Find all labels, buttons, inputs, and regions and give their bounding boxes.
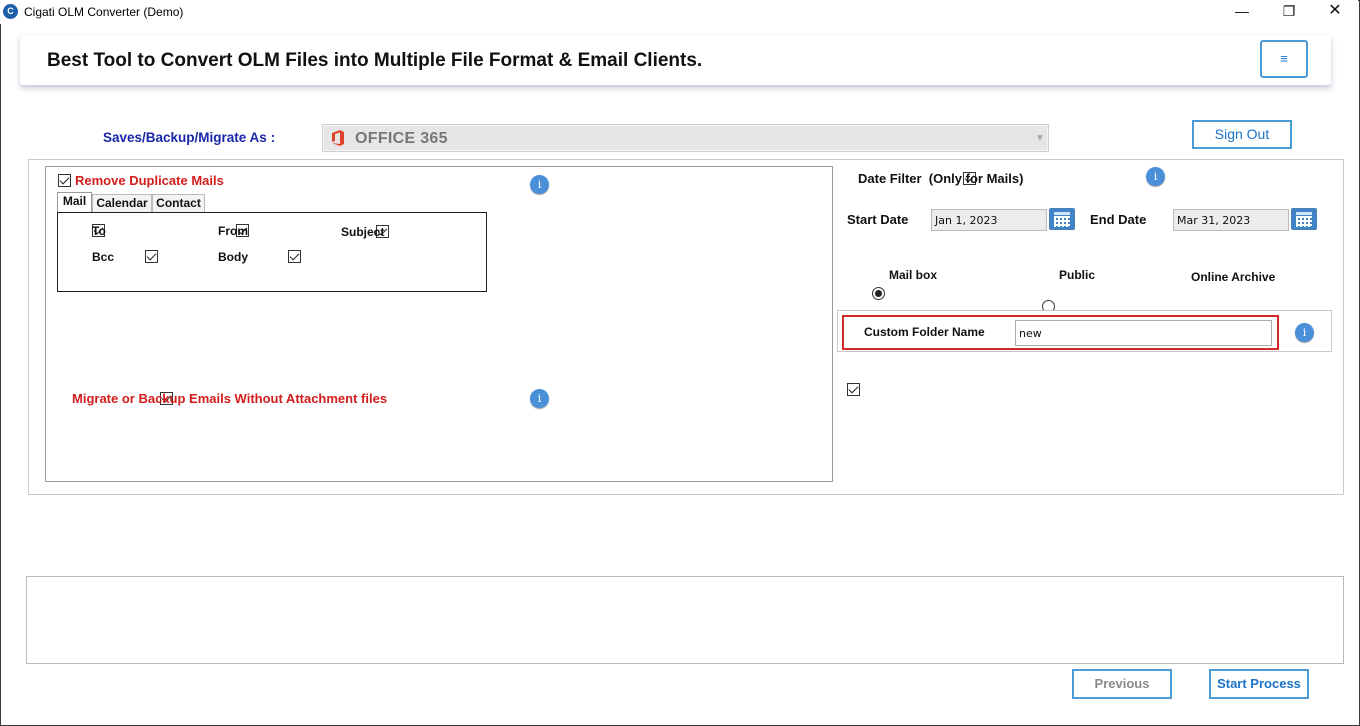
field-bcc-label: Bcc (92, 250, 115, 264)
info-icon[interactable]: i (1295, 323, 1314, 342)
header-banner: Best Tool to Convert OLM Files into Mult… (20, 35, 1331, 85)
log-panel (26, 576, 1344, 664)
field-subject-label: Subject (341, 225, 385, 239)
info-icon[interactable]: i (1146, 167, 1165, 186)
custom-folder-input[interactable]: new (1015, 320, 1272, 346)
start-date-label: Start Date (847, 212, 909, 227)
remove-duplicates-checkbox[interactable] (58, 174, 71, 187)
window-title: Cigati OLM Converter (Demo) (24, 5, 184, 19)
sign-out-button[interactable]: Sign Out (1192, 120, 1292, 149)
without-attachment-label: Migrate or Backup Emails Without Attachm… (72, 391, 388, 406)
field-from-label: From (218, 224, 248, 238)
chevron-down-icon[interactable]: ▼ (1031, 125, 1049, 151)
radio-mailbox[interactable] (872, 287, 885, 300)
radio-online-archive-label: Online Archive (1191, 270, 1276, 284)
restore-icon[interactable]: ❐ (1266, 0, 1312, 24)
save-as-selected-value: OFFICE 365 (355, 130, 448, 147)
field-to-label: To (92, 224, 106, 238)
banner-title: Best Tool to Convert OLM Files into Mult… (47, 50, 703, 71)
radio-public-label: Public (1059, 268, 1096, 282)
minimize-icon[interactable]: — (1219, 0, 1265, 24)
app-logo-icon: C (3, 4, 18, 19)
calendar-icon[interactable] (1049, 208, 1075, 230)
tab-mail[interactable]: Mail (57, 192, 92, 212)
end-date-label: End Date (1090, 212, 1147, 227)
field-bcc-checkbox[interactable] (144, 250, 158, 263)
office-365-icon (332, 130, 344, 146)
date-filter-label: Date Filter (Only for Mails) (858, 171, 1024, 186)
tab-contact[interactable]: Contact (152, 194, 205, 212)
previous-button[interactable]: Previous (1072, 669, 1172, 699)
start-process-button[interactable]: Start Process (1209, 669, 1309, 699)
close-icon[interactable]: ✕ (1312, 0, 1358, 24)
title-bar: C Cigati OLM Converter (Demo) — ❐ ✕ (0, 0, 1358, 24)
save-as-label: Saves/Backup/Migrate As : (103, 130, 276, 145)
info-icon[interactable]: i (530, 175, 549, 194)
radio-mailbox-label: Mail box (889, 268, 938, 282)
start-date-input[interactable]: Jan 1, 2023 (931, 209, 1047, 231)
field-body-label: Body (218, 250, 248, 264)
menu-button[interactable]: ≡ (1260, 40, 1308, 78)
field-body-checkbox[interactable] (288, 250, 302, 263)
mail-duplicate-fields (57, 212, 487, 292)
save-as-select[interactable]: OFFICE 365 ▼ (322, 124, 1049, 152)
remove-duplicates-label: Remove Duplicate Mails (75, 173, 224, 188)
calendar-icon[interactable] (1291, 208, 1317, 230)
info-icon[interactable]: i (530, 389, 549, 408)
hamburger-icon: ≡ (1280, 51, 1288, 66)
end-date-input[interactable]: Mar 31, 2023 (1173, 209, 1289, 231)
custom-folder-checkbox[interactable] (847, 383, 860, 396)
tab-calendar[interactable]: Calendar (92, 194, 152, 212)
custom-folder-label: Custom Folder Name (864, 325, 985, 339)
